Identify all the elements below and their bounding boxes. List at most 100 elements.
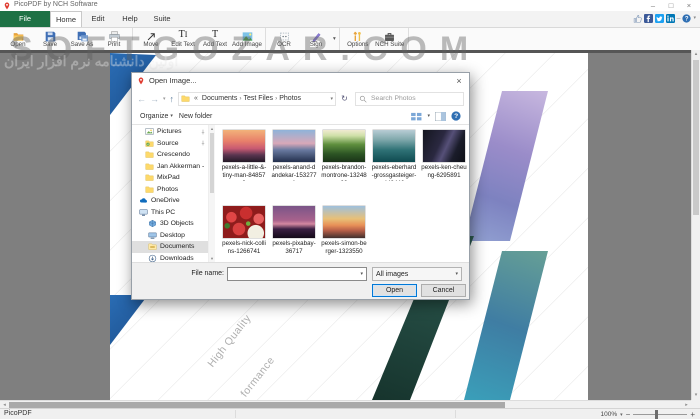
- sidebar-item-3d-objects[interactable]: 3D Objects: [132, 218, 208, 230]
- toolbar-open-button[interactable]: Open: [2, 28, 34, 50]
- toolbar-add-image-button[interactable]: Add Image: [231, 28, 263, 50]
- breadcrumb[interactable]: « Documents›Test Files›Photos ▾: [178, 92, 336, 106]
- sidebar-item-mixpad[interactable]: MixPad: [132, 172, 208, 184]
- view-mode-dropdown-icon[interactable]: ▾: [427, 113, 430, 119]
- view-mode-icon[interactable]: [411, 112, 422, 121]
- toolbar-nch-suite-button[interactable]: NCH Suite: [374, 28, 406, 50]
- thumbs-up-icon[interactable]: [633, 14, 642, 23]
- breadcrumb-dropdown-icon[interactable]: ▾: [331, 96, 334, 102]
- sidebar-item-jan-akkerman[interactable]: Jan Akkerman -: [132, 161, 208, 173]
- sidebar-item-desktop[interactable]: Desktop: [132, 230, 208, 242]
- forward-button[interactable]: →: [150, 93, 159, 105]
- file-item-pexels-anand-dandekar-1532771[interactable]: pexels-anand-dandekar-1532771: [269, 130, 319, 206]
- dialog-titlebar[interactable]: Open Image... ×: [132, 73, 469, 89]
- open-icon: [13, 29, 24, 40]
- breadcrumb-collapsed-icon[interactable]: «: [194, 95, 198, 102]
- linkedin-icon[interactable]: [666, 14, 675, 23]
- cancel-button[interactable]: Cancel: [421, 284, 466, 297]
- toolbar-save-as-button[interactable]: Save As: [66, 28, 98, 50]
- sidebar-item-photos[interactable]: Photos: [132, 184, 208, 196]
- horizontal-scrollbar[interactable]: ◂ ▸: [0, 400, 691, 408]
- twitter-icon[interactable]: [655, 14, 664, 23]
- refresh-button[interactable]: ↻: [338, 92, 351, 106]
- tab-edit[interactable]: Edit: [82, 11, 114, 27]
- dialog-close-button[interactable]: ×: [452, 74, 466, 88]
- file-item-pexels-ken-cheung-6295891[interactable]: pexels-ken-cheung-6295891: [419, 130, 469, 206]
- file-name-input[interactable]: [228, 271, 357, 278]
- maximize-button[interactable]: □: [662, 0, 680, 11]
- sidebar-item-source[interactable]: Source: [132, 138, 208, 150]
- save-icon: [45, 29, 56, 40]
- scroll-down-icon[interactable]: ▾: [209, 255, 215, 262]
- dialog-footer: File name: ▾ All images ▾ Open Cancel: [132, 262, 469, 299]
- svg-text:?: ?: [685, 16, 689, 22]
- tab-help[interactable]: Help: [114, 11, 146, 27]
- scroll-down-icon[interactable]: ▾: [692, 391, 700, 400]
- toolbar-save-button[interactable]: Save: [34, 28, 66, 50]
- tab-home[interactable]: Home: [50, 11, 82, 27]
- breadcrumb-segment-photos[interactable]: Photos: [277, 95, 303, 102]
- sidebar-item-crescendo[interactable]: Crescendo: [132, 149, 208, 161]
- toolbar-move-button[interactable]: Move: [135, 28, 167, 50]
- statusbar-divider: [455, 410, 456, 418]
- file-type-value: All images: [373, 271, 452, 278]
- minimize-button[interactable]: –: [644, 0, 662, 11]
- up-button[interactable]: ↑: [170, 93, 175, 105]
- toolbar-add-text-button[interactable]: TAdd Text: [199, 28, 231, 50]
- breadcrumb-segment-test-files[interactable]: Test Files: [242, 95, 276, 102]
- file-item-pexels-pixabay-36717[interactable]: pexels-pixabay-36717: [269, 206, 319, 262]
- zoom-out-button[interactable]: −: [626, 410, 631, 419]
- sidebar-item-this-pc[interactable]: This PC: [132, 207, 208, 219]
- zoom-dropdown-icon[interactable]: ▾: [620, 412, 623, 418]
- sidebar-scrollbar[interactable]: ▴ ▾: [208, 125, 215, 262]
- scroll-up-icon[interactable]: ▴: [209, 125, 215, 132]
- toolbar-options-button[interactable]: Options: [342, 28, 374, 50]
- chevron-down-icon[interactable]: ▾: [693, 14, 696, 23]
- file-item-pexels-a-little-tiny-man-848573[interactable]: pexels-a-little-&-tiny-man-848573: [219, 130, 269, 206]
- file-item-pexels-simon-berger-1323550[interactable]: pexels-simon-berger-1323550: [319, 206, 369, 262]
- open-button[interactable]: Open: [372, 284, 417, 297]
- history-dropdown-icon[interactable]: ▾: [163, 96, 166, 102]
- page-purple-band: [455, 91, 555, 241]
- scrollbar-thumb[interactable]: [210, 133, 214, 193]
- edit-text-icon: TI: [179, 29, 188, 40]
- sidebar-item-documents[interactable]: Documents: [132, 241, 208, 253]
- search-input[interactable]: [369, 94, 460, 103]
- sidebar-item-pictures[interactable]: Pictures: [132, 126, 208, 138]
- scrollbar-thumb[interactable]: [693, 60, 699, 215]
- zoom-in-button[interactable]: +: [690, 410, 695, 419]
- separator: –: [677, 14, 681, 23]
- file-thumbnail: [323, 206, 365, 238]
- vertical-scrollbar[interactable]: ▴ ▾: [691, 50, 700, 400]
- toolbar-sign-button[interactable]: Sign: [300, 28, 332, 50]
- scroll-up-icon[interactable]: ▴: [692, 50, 700, 59]
- toolbar-edit-text-button[interactable]: TIEdit Text: [167, 28, 199, 50]
- help-icon[interactable]: ?: [682, 14, 691, 23]
- toolbar-ocr-button[interactable]: OCR: [268, 28, 300, 50]
- close-button[interactable]: ×: [680, 0, 698, 11]
- file-item-pexels-brandon-montrone-1324803[interactable]: pexels-brandon-montrone-1324803: [319, 130, 369, 206]
- zoom-slider[interactable]: [633, 414, 687, 415]
- file-type-select[interactable]: All images ▾: [372, 267, 462, 281]
- breadcrumb-segment-documents[interactable]: Documents: [200, 95, 239, 102]
- help-icon[interactable]: ?: [451, 111, 461, 121]
- window-title: PicoPDF by NCH Software: [14, 1, 98, 8]
- print-icon: [109, 29, 120, 40]
- breadcrumb-segments: Documents›Test Files›Photos: [200, 95, 303, 102]
- organize-button[interactable]: Organize ▾: [140, 113, 173, 120]
- chevron-down-icon[interactable]: ▾: [333, 36, 336, 42]
- file-item-pexels-eberhard-grossgasteiger-443446[interactable]: pexels-eberhard-grossgasteiger-443446: [369, 130, 419, 206]
- facebook-icon[interactable]: [644, 14, 653, 23]
- view-controls: ▾ ?: [411, 111, 461, 121]
- preview-pane-icon[interactable]: [435, 112, 446, 121]
- zoom-slider-thumb[interactable]: [655, 410, 658, 419]
- sidebar-item-onedrive[interactable]: OneDrive: [132, 195, 208, 207]
- tab-suite[interactable]: Suite: [146, 11, 178, 27]
- new-folder-button[interactable]: New folder: [179, 113, 212, 120]
- toolbar-print-button[interactable]: Print: [98, 28, 130, 50]
- chevron-down-icon[interactable]: ▾: [357, 271, 366, 277]
- tab-file[interactable]: File: [0, 11, 50, 27]
- back-button[interactable]: ←: [137, 93, 146, 105]
- file-item-pexels-nick-collins-1266741[interactable]: pexels-nick-collins-1266741: [219, 206, 269, 262]
- sidebar-item-downloads[interactable]: Downloads: [132, 253, 208, 263]
